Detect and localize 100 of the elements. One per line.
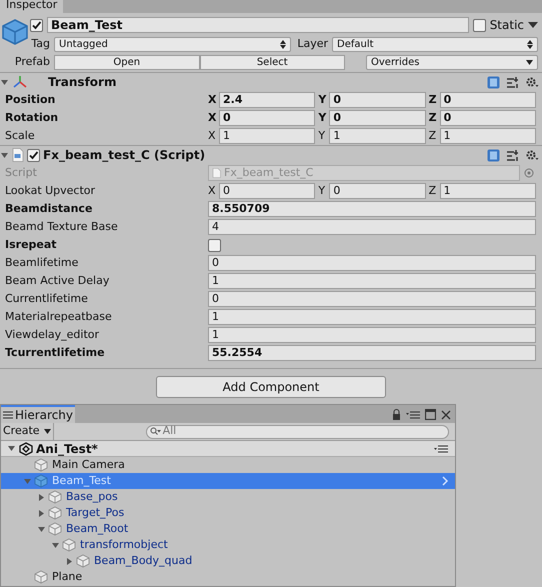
field-label: Position [4,92,56,108]
number-field[interactable]: 0 [329,110,426,126]
expand-arrow-icon[interactable] [51,540,60,550]
collapse-arrow-icon[interactable] [0,78,9,86]
axis-label: Z [428,92,438,108]
inspector-tab[interactable]: Inspector [0,0,64,13]
prefab-button[interactable]: Select [200,54,345,70]
hierarchy-item[interactable]: Beam_Root [1,521,455,537]
field-label: Beamlifetime [4,254,80,271]
settings-icon[interactable] [525,76,539,88]
tag-dropdown[interactable]: Untagged [54,36,292,52]
expand-arrow-icon[interactable] [65,556,74,566]
lock-icon[interactable] [392,409,401,420]
axis-label: Y [318,92,328,108]
dropdown-arrow-icon [44,429,51,434]
hierarchy-item[interactable]: Target_Pos [1,505,455,521]
field-label: Scale [4,128,36,144]
menu-icon[interactable] [434,444,448,452]
collapse-arrow-icon[interactable] [7,444,16,453]
number-field[interactable]: 8.550709 [208,201,536,217]
name-field[interactable]: Beam_Test [47,17,469,33]
updown-arrows-icon [527,40,533,48]
script-icon [12,148,24,162]
axis-label: X [208,128,217,144]
checkbox[interactable] [208,238,221,252]
number-field[interactable]: 1 [219,128,316,144]
number-field[interactable]: 0 [440,110,536,126]
number-field[interactable]: 1 [208,309,536,325]
axis-label: Z [428,110,438,126]
preset-icon[interactable] [506,148,519,162]
static-label: Static [490,17,524,34]
tag-label: Tag [30,36,50,52]
axis-label: Z [428,128,438,144]
hierarchy-item[interactable]: Base_pos [1,489,455,505]
axis-label: X [208,182,217,199]
cube-icon [34,474,48,488]
number-field[interactable]: 1 [440,183,536,199]
number-field[interactable]: 0 [219,183,316,199]
axes-icon [12,75,28,89]
chevron-icon[interactable] [441,476,449,486]
search-field[interactable]: All [146,424,449,438]
number-field[interactable]: 55.2554 [208,345,536,361]
hierarchy-item[interactable]: Plane [1,569,455,585]
number-field[interactable]: 0 [219,110,316,126]
prefab-button[interactable]: Open [54,54,200,70]
field-label: Beam Active Delay [4,272,110,289]
add-component-button[interactable]: Add Component [156,376,386,398]
number-field[interactable]: 0 [329,92,426,108]
hierarchy-item[interactable]: Beam_Body_quad [1,553,455,569]
field-label: Beamd Texture Base [4,218,119,235]
number-field[interactable]: 0 [208,291,536,307]
settings-icon[interactable] [525,148,539,162]
field-label: Lookat Upvector [4,182,96,199]
cube-icon [76,554,90,568]
collapse-arrow-icon[interactable] [0,150,9,160]
enabled-checkbox[interactable] [27,148,40,162]
component-title: Fx_beam_test_C (Script) [43,147,206,164]
field-label: Script [4,164,38,181]
component-title: Transform [48,74,118,91]
overrides-dropdown[interactable]: Overrides [366,54,538,70]
number-field[interactable]: 2.4 [219,92,316,108]
layer-label: Layer [297,36,328,52]
cube-icon [34,458,48,472]
maximize-icon[interactable] [425,409,436,420]
expand-arrow-icon[interactable] [37,524,46,534]
axis-label: X [208,92,217,108]
preset-icon[interactable] [506,76,519,88]
cube-icon [34,570,48,584]
number-field[interactable]: 4 [208,219,536,235]
target-icon[interactable] [524,168,534,178]
static-checkbox[interactable] [472,18,486,32]
field-label: Currentlifetime [4,290,89,307]
field-label: Beamdistance [4,200,94,217]
number-field[interactable]: 1 [208,273,536,289]
number-field[interactable]: 0 [329,183,426,199]
number-field[interactable]: 1 [208,327,536,343]
cube-icon [48,506,62,520]
prefab-label: Prefab [14,54,50,70]
cube-icon [1,18,29,46]
expand-arrow-icon[interactable] [37,508,46,518]
hierarchy-tab[interactable]: Hierarchy [1,405,76,423]
number-field[interactable]: 1 [440,128,536,144]
hierarchy-item[interactable]: Main Camera [1,457,455,473]
number-field[interactable]: 1 [329,128,426,144]
menu-icon[interactable] [406,410,420,420]
field-label: Tcurrentlifetime [4,344,106,361]
search-icon [150,427,161,436]
script-field: Fx_beam_test_C [208,165,520,181]
dropdown-icon[interactable] [528,21,538,29]
expand-arrow-icon[interactable] [37,492,46,502]
active-checkbox[interactable] [30,18,43,32]
cube-icon [48,490,62,504]
close-icon[interactable] [441,410,451,420]
updown-arrows-icon [280,40,286,48]
number-field[interactable]: 0 [208,255,536,271]
layer-dropdown[interactable]: Default [332,36,538,52]
hierarchy-item[interactable]: transformobject [1,537,455,553]
field-label: Rotation [4,110,60,126]
number-field[interactable]: 0 [440,92,536,108]
axis-label: Y [318,128,326,144]
